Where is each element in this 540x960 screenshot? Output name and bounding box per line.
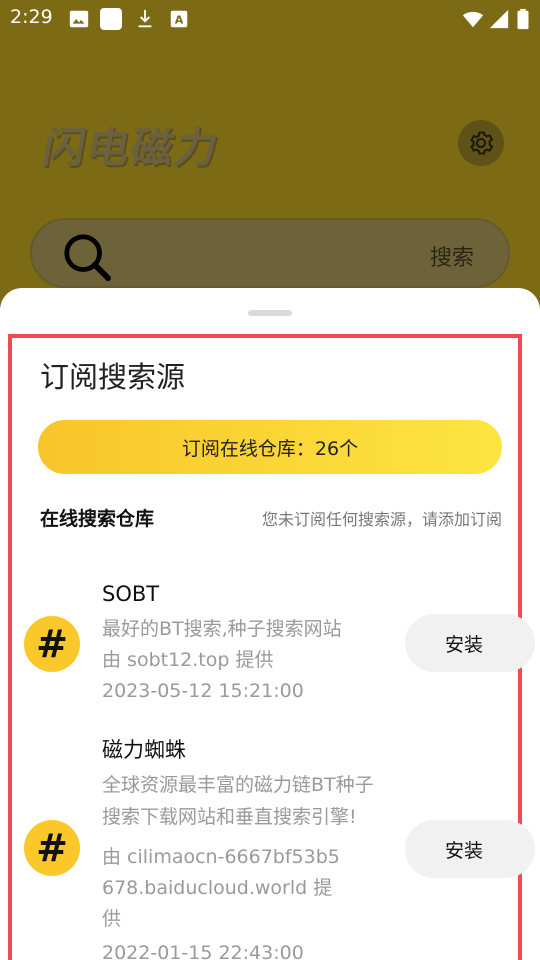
- hash-icon: #: [24, 616, 80, 672]
- signal-icon: [489, 9, 509, 29]
- repo-description: 最好的BT搜索,种子搜索网站: [102, 618, 342, 640]
- section-hint: 您未订阅任何搜索源，请添加订阅: [261, 510, 502, 529]
- status-time: 2:29: [10, 6, 53, 28]
- list-item: # 磁力蜘蛛 全球资源最丰富的磁力链BT种子 搜索下载网站和垂直搜索引擎! 由 …: [0, 732, 540, 960]
- section-title: 在线搜索仓库: [40, 508, 155, 530]
- status-bar: 2:29 A: [0, 0, 540, 38]
- font-a-icon: A: [170, 10, 188, 28]
- repo-provider: 由 cilimaocn-6667bf53b5: [102, 846, 340, 868]
- hash-icon: #: [24, 820, 80, 876]
- list-item: # SOBT 最好的BT搜索,种子搜索网站 由 sobt12.top 提供 20…: [0, 578, 540, 708]
- image-icon: [69, 10, 89, 28]
- subscription-bottom-sheet: 订阅搜索源 订阅在线仓库：26个 在线搜索仓库 您未订阅任何搜索源，请添加订阅 …: [0, 288, 540, 960]
- search-button-label[interactable]: 搜索: [430, 240, 474, 272]
- subscribe-online-repo-button[interactable]: 订阅在线仓库：26个: [38, 420, 502, 474]
- repo-name: 磁力蜘蛛: [102, 738, 186, 762]
- repo-provider: 供: [102, 908, 122, 930]
- app-title: 闪电磁力: [39, 123, 224, 172]
- search-bar[interactable]: 搜索: [30, 218, 510, 288]
- settings-button[interactable]: [458, 120, 504, 166]
- download-icon: [138, 9, 152, 28]
- square-icon: [100, 8, 122, 30]
- repo-provider: 由 sobt12.top 提供: [102, 649, 274, 671]
- repo-provider: 678.baiducloud.world 提: [102, 877, 333, 899]
- search-icon: [64, 234, 112, 282]
- gear-icon: [470, 131, 494, 155]
- drag-handle[interactable]: [248, 310, 292, 316]
- svg-text:A: A: [175, 14, 184, 27]
- install-button[interactable]: 安装: [405, 614, 535, 672]
- repo-description: 全球资源最丰富的磁力链BT种子: [102, 774, 374, 796]
- repo-description: 搜索下载网站和垂直搜索引擎!: [102, 806, 357, 828]
- repo-name: SOBT: [102, 582, 160, 606]
- subscribe-button-label: 订阅在线仓库：26个: [181, 437, 359, 460]
- wifi-icon: [462, 11, 484, 28]
- repo-date: 2023-05-12 15:21:00: [102, 680, 304, 702]
- repo-date: 2022-01-15 22:43:00: [102, 942, 304, 960]
- install-button[interactable]: 安装: [405, 820, 535, 878]
- install-button-label: 安装: [445, 839, 484, 862]
- sheet-title: 订阅搜索源: [40, 360, 186, 394]
- install-button-label: 安装: [445, 633, 484, 656]
- battery-icon: [517, 8, 529, 30]
